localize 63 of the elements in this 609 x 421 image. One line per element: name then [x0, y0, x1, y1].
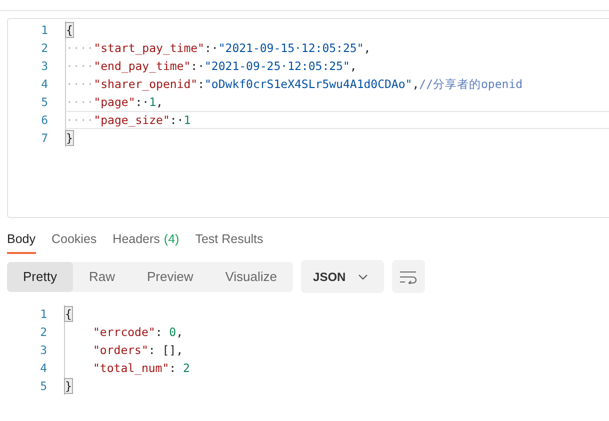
json-bracket: }: [65, 379, 72, 393]
line-number: 7: [40, 131, 48, 145]
line-number: 5: [39, 379, 47, 393]
json-string: "oDwkf0crS1eX4SLr5wu4A1d0CDAo": [204, 77, 412, 91]
view-mode-button[interactable]: Pretty: [7, 262, 73, 292]
response-tab[interactable]: Headers (4): [112, 232, 180, 254]
view-mode-button[interactable]: Visualize: [209, 262, 294, 292]
json-key: "page_size": [94, 113, 170, 127]
line-number: 3: [39, 343, 47, 357]
json-bracket: }: [66, 131, 73, 145]
json-punctuation: :: [148, 343, 156, 357]
line-number: 4: [39, 361, 47, 375]
json-punctuation: ,: [156, 95, 163, 109]
json-punctuation: [],: [162, 343, 184, 357]
line-number: 5: [40, 95, 48, 109]
json-key: "end_pay_time": [94, 59, 191, 73]
line-number: 6: [40, 113, 48, 127]
view-mode-button[interactable]: Preview: [130, 262, 210, 292]
line-number: 2: [40, 41, 48, 55]
json-number: 0: [169, 325, 176, 339]
json-key: "sharer_openid": [94, 77, 198, 91]
line-number: 1: [39, 307, 47, 321]
json-punctuation: ,: [350, 59, 357, 73]
line-number: 4: [40, 77, 48, 91]
json-number: 1: [149, 95, 156, 109]
response-tab[interactable]: Body: [7, 232, 36, 254]
json-punctuation: :·: [204, 41, 218, 55]
json-string: "2021-09-25·12:05:25": [204, 59, 350, 73]
json-key: "start_pay_time": [94, 41, 204, 55]
json-punctuation: ,: [176, 325, 184, 339]
json-punctuation: :·: [135, 95, 150, 109]
whitespace-dots: ····: [66, 77, 94, 91]
json-punctuation: :·: [170, 113, 184, 127]
whitespace-dots: ····: [66, 41, 94, 55]
wrap-lines-button[interactable]: [392, 260, 425, 293]
whitespace-dots: ····: [66, 95, 94, 109]
json-string: "2021-09-15·12:05:25": [218, 41, 364, 55]
json-punctuation: ,: [412, 77, 420, 91]
json-number: 2: [183, 361, 190, 375]
line-number: 3: [40, 59, 48, 73]
code-comment: //分享者的openid: [419, 77, 523, 91]
format-dropdown[interactable]: JSON: [301, 260, 384, 293]
response-tab[interactable]: Test Results: [195, 232, 264, 254]
json-punctuation: :: [198, 77, 204, 91]
json-key: "total_num": [93, 361, 170, 375]
line-number: 2: [39, 325, 47, 339]
json-bracket: {: [65, 307, 72, 321]
chevron-down-icon: [358, 274, 368, 280]
json-key: "page": [94, 95, 136, 109]
json-punctuation: :·: [190, 59, 204, 73]
view-mode-button[interactable]: Raw: [72, 262, 131, 292]
response-tab[interactable]: Cookies: [52, 232, 97, 254]
whitespace-dots: ····: [66, 59, 94, 73]
json-key: "errcode": [93, 325, 156, 339]
json-number: 1: [184, 113, 191, 127]
json-punctuation: ,: [364, 41, 371, 55]
line-number: 1: [40, 23, 48, 37]
json-punctuation: :: [169, 361, 178, 375]
whitespace-dots: ····: [66, 113, 94, 127]
json-bracket: {: [66, 23, 73, 37]
json-punctuation: :: [155, 325, 164, 339]
json-key: "orders": [93, 343, 148, 357]
wrap-lines-icon: [399, 270, 418, 284]
